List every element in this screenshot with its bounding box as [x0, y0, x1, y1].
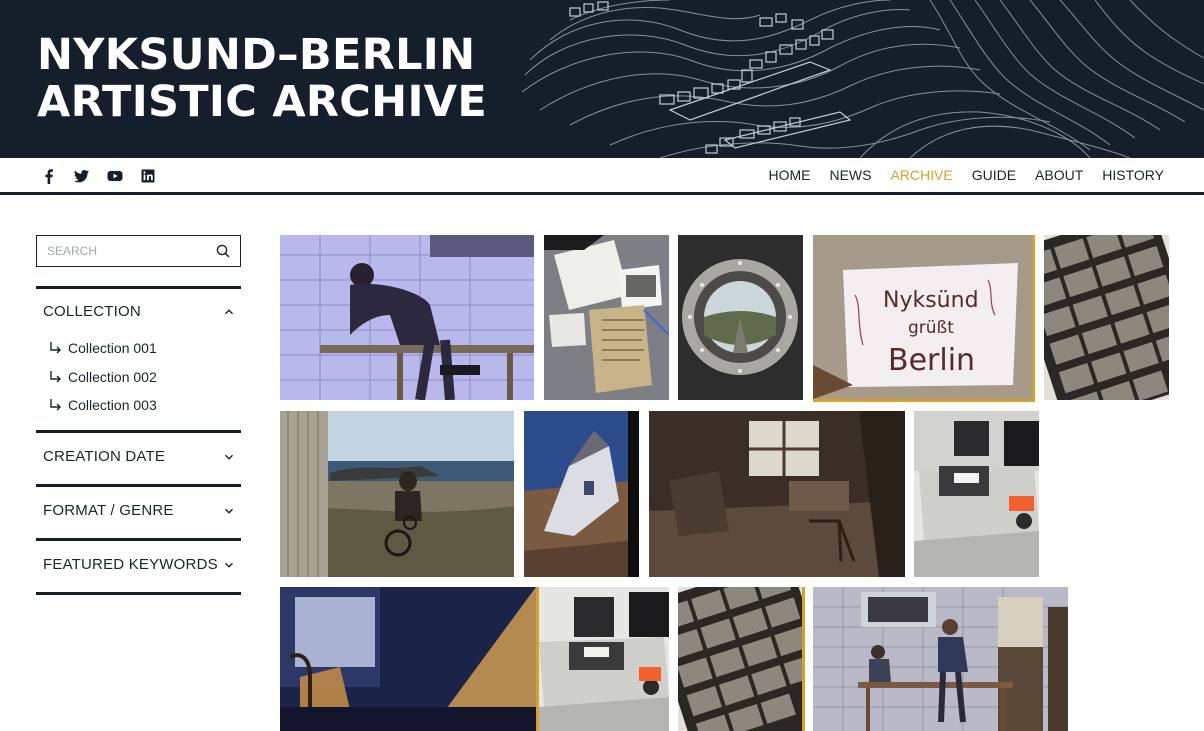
facet-format-genre-header[interactable]: FORMAT / GENRE [36, 487, 241, 535]
linkedin-icon[interactable] [139, 167, 157, 185]
facet-featured-keywords: FEATURED KEYWORDS [36, 537, 241, 589]
photo-porthole-road-view[interactable] [678, 235, 803, 400]
chevron-down-icon [225, 508, 233, 514]
photo-people-on-porch[interactable] [813, 587, 1068, 731]
photo-contact-sheet-1[interactable] [1044, 235, 1169, 400]
photo-contact-sheet-2[interactable] [678, 587, 805, 731]
facet-format-genre: FORMAT / GENRE [36, 483, 241, 535]
arrow-down-right-icon [50, 399, 61, 411]
collection-list: Collection 001 Collection 002 Collection… [36, 334, 241, 428]
photo-office-computer-1[interactable] [914, 411, 1039, 577]
facet-title: FEATURED KEYWORDS [43, 556, 218, 573]
photo-nyksund-banner[interactable]: Nyksünd grüßt Berlin [813, 235, 1035, 402]
nav-bar: HOME NEWS ARCHIVE GUIDE ABOUT HISTORY [0, 158, 1204, 195]
photo-wooden-interior[interactable] [649, 411, 905, 577]
facet-title: FORMAT / GENRE [43, 502, 174, 519]
nav-news[interactable]: NEWS [829, 167, 871, 183]
site-title-line2: ARTISTIC ARCHIVE [37, 77, 488, 127]
facet-creation-date: CREATION DATE [36, 429, 241, 481]
site-title-line1: NYKSUND–BERLIN [37, 30, 476, 80]
chevron-down-icon [225, 454, 233, 460]
search-icon[interactable] [216, 244, 230, 258]
collection-item-001[interactable]: Collection 001 [48, 334, 241, 363]
chevron-down-icon [225, 562, 233, 568]
arrow-down-right-icon [50, 370, 61, 383]
banner-text-berlin: Berlin [888, 343, 975, 378]
photo-documents-on-table[interactable] [544, 235, 669, 400]
twitter-icon[interactable] [73, 167, 91, 185]
facet-creation-date-header[interactable]: CREATION DATE [36, 433, 241, 481]
nav-guide[interactable]: GUIDE [972, 167, 1016, 183]
nav-about[interactable]: ABOUT [1035, 167, 1083, 183]
facet-title: COLLECTION [43, 303, 141, 320]
social-links [40, 167, 157, 185]
site-title[interactable]: NYKSUND–BERLIN ARTISTIC ARCHIVE [37, 32, 487, 126]
facet-featured-keywords-header[interactable]: FEATURED KEYWORDS [36, 541, 241, 589]
search-box [36, 235, 241, 267]
nav-home[interactable]: HOME [768, 167, 810, 183]
youtube-icon[interactable] [106, 167, 124, 185]
collection-item-003[interactable]: Collection 003 [48, 391, 241, 420]
photo-tilted-house[interactable] [524, 411, 639, 577]
facet-collection: COLLECTION Collection 001 Collection 002… [36, 286, 241, 428]
arrow-down-right-icon [50, 342, 61, 354]
nav-archive[interactable]: ARCHIVE [890, 167, 952, 183]
banner-text-grusst: grüßt [908, 318, 954, 338]
chevron-up-icon [225, 308, 233, 314]
facebook-icon[interactable] [40, 167, 58, 185]
photo-cyclist-by-sea[interactable] [280, 411, 514, 577]
filter-sidebar: COLLECTION Collection 001 Collection 002… [36, 235, 241, 595]
facet-collection-header[interactable]: COLLECTION [36, 289, 241, 334]
collection-item-label: Collection 002 [68, 368, 157, 385]
photo-office-computer-2[interactable] [536, 587, 669, 731]
photo-carpenter-at-workbench[interactable] [280, 235, 534, 400]
photo-dark-room-chair[interactable] [280, 587, 539, 731]
site-header: NYKSUND–BERLIN ARTISTIC ARCHIVE [0, 0, 1204, 158]
search-input[interactable] [37, 236, 207, 266]
topographic-map-illustration [521, 0, 1204, 158]
nav-history[interactable]: HISTORY [1102, 167, 1164, 183]
banner-text-nyksund: Nyksünd [883, 288, 979, 313]
facet-title: CREATION DATE [43, 448, 166, 465]
collection-item-label: Collection 001 [68, 340, 157, 357]
sidebar-divider [36, 591, 241, 595]
collection-item-002[interactable]: Collection 002 [48, 363, 241, 392]
main-nav: HOME NEWS ARCHIVE GUIDE ABOUT HISTORY [768, 167, 1164, 183]
collection-item-label: Collection 003 [68, 397, 157, 414]
